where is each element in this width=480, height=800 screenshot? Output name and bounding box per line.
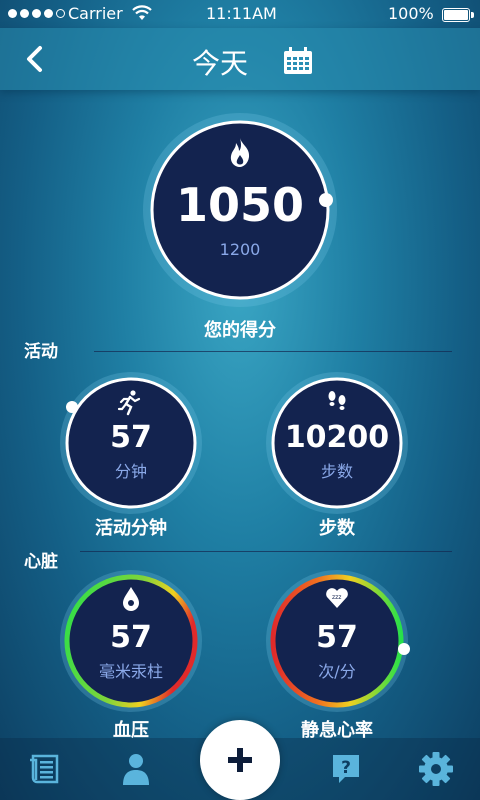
active-minutes-gauge[interactable]: 57 分钟 — [58, 370, 204, 516]
steps-value: 10200 — [284, 420, 390, 455]
flame-icon — [230, 138, 250, 167]
footprints-icon — [328, 391, 346, 410]
page-title: 今天 — [191, 47, 248, 80]
activity-divider — [94, 351, 452, 352]
active-minutes-caption: 活动分钟 — [95, 518, 167, 539]
blood-drop-icon — [123, 587, 139, 611]
add-button[interactable] — [200, 720, 280, 800]
wifi-icon — [132, 5, 152, 20]
score-value: 1050 — [175, 178, 305, 232]
journal-icon[interactable] — [14, 738, 74, 800]
score-label: 您的得分 — [204, 320, 276, 341]
resting-heart-rate-gauge[interactable]: zzz 57 次/分 — [264, 568, 410, 714]
signal-strength-icon — [8, 9, 65, 18]
profile-icon[interactable] — [106, 738, 166, 800]
svg-text:zzz: zzz — [332, 594, 341, 601]
settings-icon[interactable] — [406, 738, 466, 800]
resting-heart-rate-unit: 次/分 — [318, 662, 356, 681]
activity-section-label: 活动 — [24, 342, 58, 362]
resting-heart-rate-value: 57 — [316, 620, 358, 655]
battery-percent: 100% — [388, 4, 434, 23]
running-icon — [117, 390, 141, 416]
svg-text:?: ? — [341, 758, 351, 778]
battery-icon — [442, 8, 474, 22]
steps-caption: 步数 — [319, 518, 355, 539]
active-minutes-value: 57 — [110, 420, 152, 455]
clock: 11:11AM — [206, 4, 277, 23]
active-minutes-unit: 分钟 — [114, 462, 147, 481]
sleeping-heart-icon: zzz — [326, 588, 348, 608]
calendar-icon[interactable] — [282, 46, 314, 76]
score-gauge[interactable]: 1050 1200 — [140, 110, 340, 310]
score-goal: 1200 — [219, 240, 261, 259]
app-header: 今天 — [0, 28, 480, 90]
steps-unit: 步数 — [320, 462, 353, 481]
blood-pressure-unit: 毫米汞柱 — [98, 662, 163, 681]
heart-divider — [80, 551, 452, 552]
blood-pressure-gauge[interactable]: 57 毫米汞柱 — [58, 568, 204, 714]
blood-pressure-value: 57 — [110, 620, 152, 655]
status-bar: Carrier 11:11AM 100% — [0, 0, 480, 28]
steps-gauge[interactable]: 10200 步数 — [264, 370, 410, 516]
carrier-name: Carrier — [68, 4, 123, 23]
help-icon[interactable]: ? — [316, 738, 376, 800]
add-icon — [228, 748, 252, 772]
heart-section-label: 心脏 — [24, 552, 58, 572]
